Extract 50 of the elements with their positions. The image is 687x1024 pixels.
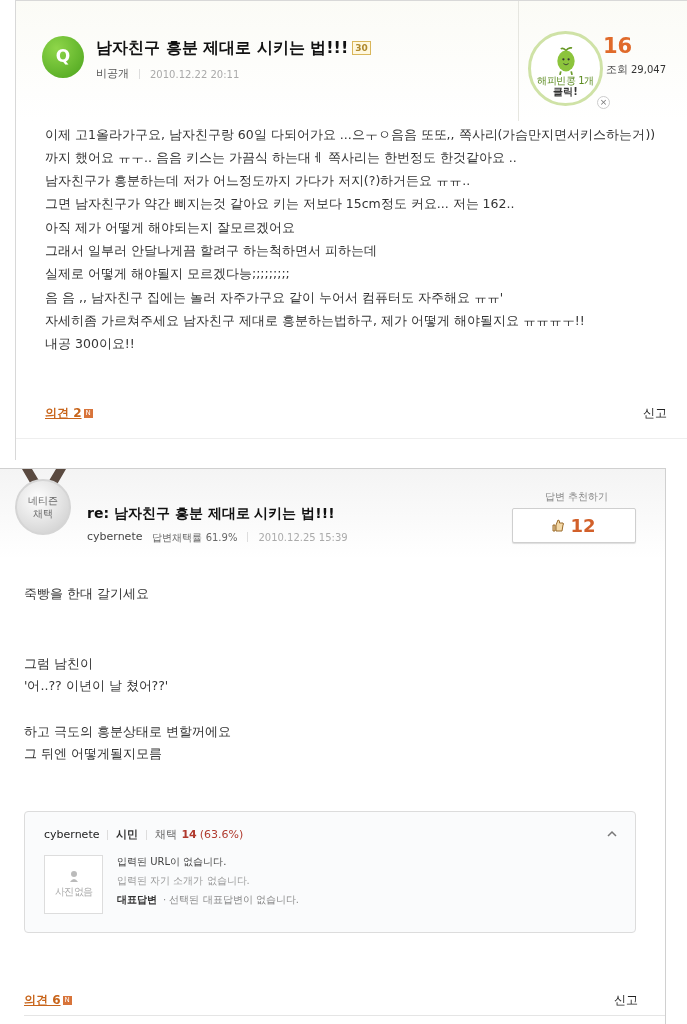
comments-link[interactable]: 의견 6 — [24, 991, 61, 1009]
comments-link[interactable]: 의견 2 — [45, 404, 82, 422]
question-text: 자세히좀 가르쳐주세요 남자친구 제대로 흥분하는법하구, 제가 어떻게 해야될지요 ㅠㅠㅠㅜ!! — [45, 311, 586, 330]
question-title: 남자친구 흥분 제대로 시키는 법!!! — [96, 37, 349, 59]
question-text: 음 음 ,, 남자친구 집에는 놀러 자주가구요 같이 누어서 컴퓨터도 자주해요 ㅠㅠ' — [45, 288, 505, 307]
representative-label: 대표답변 — [117, 893, 157, 907]
post-date: 2010.12.22 20:11 — [150, 67, 240, 82]
question-text: 아직 제가 어떻게 해야되는지 잘모르겠어요 — [45, 218, 296, 237]
profile-name: cybernete — [44, 827, 100, 843]
no-photo-label: 사진없음 — [54, 885, 93, 899]
thumbs-up-icon — [552, 519, 565, 532]
adopt-count: 14 — [181, 827, 197, 843]
person-icon — [68, 870, 79, 882]
adoption-rate: 답변채택률 61.9% — [152, 530, 238, 545]
answer-text: 하고 극도의 흥분상태로 변할꺼에요 — [24, 723, 231, 741]
recommend-label: 답변 추천하기 — [545, 490, 609, 504]
medal-label: 채택 — [33, 507, 53, 520]
profile-intro: 입력된 자기 소개가 없습니다. — [117, 874, 251, 888]
happybean-click: 클릭! — [553, 86, 578, 97]
points-badge: 30 — [352, 41, 371, 55]
question-text: 그면 남자친구가 약간 삐지는것 같아요 키는 저보다 15cm정도 커요... 저는 162.. — [45, 195, 516, 214]
views-label: 조회 — [606, 62, 628, 78]
question-text: 그래서 일부러 안달나게끔 할려구 하는척하면서 피하는데 — [45, 242, 378, 260]
question-text: 실제로 어떻게 해야될지 모르겠다능;;;;;;;;; — [45, 265, 291, 284]
author-name: 비공개 — [96, 66, 129, 82]
happybean-label: 해피빈콩 1개 — [537, 75, 594, 86]
representative-value: · 선택된 대표답변이 없습니다. — [163, 893, 299, 907]
answer-text: 그 뒤엔 어떻게될지모름 — [24, 745, 163, 763]
answer-text: 죽빵을 한대 갈기세요 — [24, 585, 150, 603]
report-link[interactable]: 신고 — [614, 991, 638, 1009]
profile-url: 입력된 URL이 없습니다. — [117, 855, 228, 869]
recommend-button[interactable]: 12 — [512, 508, 636, 543]
views-count: 29,047 — [631, 63, 666, 77]
answer-title: re: 남자친구 흥분 제대로 시키는 법!!! — [87, 504, 336, 523]
answer-text: '어..?? 이년이 날 쳤어??' — [24, 677, 170, 695]
close-button[interactable]: × — [597, 96, 610, 109]
answer-count: 16 — [603, 33, 633, 60]
question-text: 이제 고1올라가구요, 남자친구랑 60일 다되어가요 ...으ㅜㅇ음음 또또,, 쪽사리(가슴만지면서키스하는거))까지 했어요 ㅠㅜ.. 음음 키스는 가끔식 하는대ㅔ 쪽사리는 한번정도 한것같아요 .. — [45, 125, 657, 167]
answer-date: 2010.12.25 15:39 — [258, 530, 348, 545]
question-text: 내공 300이요!! — [45, 335, 136, 354]
answer-author: cybernete — [87, 529, 143, 545]
question-text: 남자친구가 흥분하는데 저가 어느정도까지 가다가 저지(?)하거든요 ㅠㅠ.. — [45, 172, 472, 191]
answer-text: 그럼 남친이 — [24, 655, 94, 673]
collapse-icon[interactable] — [607, 830, 617, 837]
question-badge: Q — [42, 36, 84, 78]
adopt-label: 채택 — [155, 827, 178, 843]
profile-grade: 시민 — [116, 827, 139, 843]
medal-label: 네티즌 — [28, 494, 58, 507]
adopt-rate: (63.6%) — [199, 827, 244, 843]
report-link[interactable]: 신고 — [643, 404, 667, 422]
